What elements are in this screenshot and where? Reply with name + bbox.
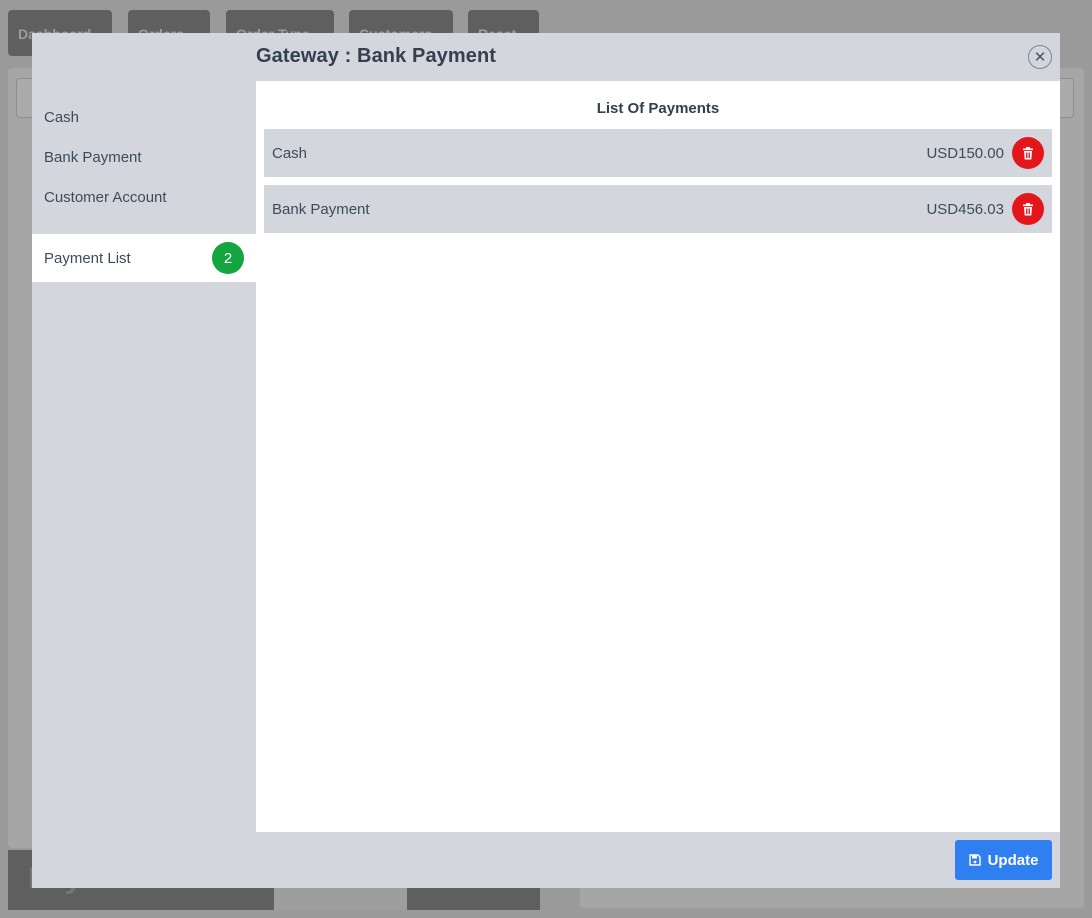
payment-row: Bank Payment USD456.03 — [264, 185, 1052, 233]
payment-name: Cash — [272, 144, 308, 162]
payment-list-title: List Of Payments — [596, 100, 720, 117]
sidebar-item-label: Customer Account — [44, 188, 167, 206]
sidebar-item-payment-list[interactable]: Payment List 2 — [32, 234, 256, 282]
sidebar-item-cash[interactable]: Cash — [32, 97, 256, 137]
sidebar-item-label: Payment List — [44, 249, 131, 267]
trash-icon — [1023, 146, 1033, 159]
sidebar-item-label: Cash — [44, 108, 80, 126]
update-button[interactable]: Update — [955, 840, 1052, 880]
sidebar-item-label: Bank Payment — [44, 148, 142, 166]
payment-list-panel: List Of Payments Cash USD150.00 Bank Pay… — [256, 81, 1060, 832]
payment-count-badge: 2 — [212, 242, 244, 274]
payment-amount: USD150.00 — [926, 144, 1004, 162]
trash-icon — [1023, 202, 1033, 215]
sidebar-item-customer-account[interactable]: Customer Account — [32, 177, 256, 217]
delete-payment-button[interactable] — [1012, 137, 1044, 169]
close-button[interactable]: ✕ — [1028, 45, 1052, 69]
save-icon — [968, 854, 981, 866]
close-icon: ✕ — [1033, 48, 1047, 66]
payment-row: Cash USD150.00 — [264, 129, 1052, 177]
update-button-label: Update — [987, 851, 1039, 869]
modal-title: Gateway : Bank Payment — [256, 45, 497, 67]
modal-header: Gateway : Bank Payment ✕ — [256, 33, 1060, 81]
sidebar-item-bank-payment[interactable]: Bank Payment — [32, 137, 256, 177]
payment-amount: USD456.03 — [926, 200, 1004, 218]
payment-gateway-modal: Gateway : Bank Payment ✕ Cash Bank Payme… — [32, 33, 1060, 888]
payment-method-sidebar: Cash Bank Payment Customer Account Payme… — [32, 97, 256, 282]
delete-payment-button[interactable] — [1012, 193, 1044, 225]
payment-name: Bank Payment — [272, 200, 370, 218]
